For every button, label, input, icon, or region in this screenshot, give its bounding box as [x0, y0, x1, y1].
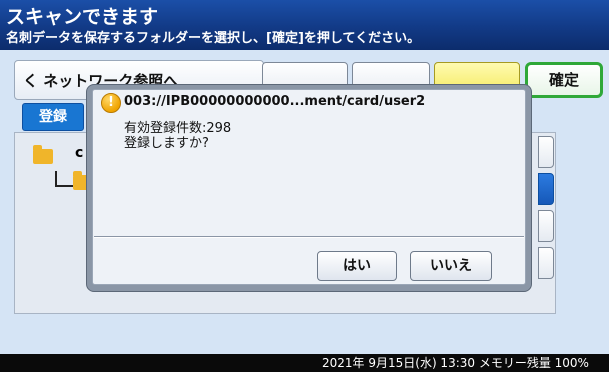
tree-connector — [55, 171, 73, 187]
folder-row-button-selected[interactable] — [538, 173, 554, 205]
yes-button[interactable]: はい — [317, 251, 397, 281]
no-button[interactable]: いいえ — [410, 251, 492, 281]
register-tab[interactable]: 登録 — [22, 103, 84, 131]
confirmation-dialog: ! 003://IPB00000000000...ment/card/user2… — [86, 84, 532, 292]
screen-title: スキャンできます — [6, 6, 159, 28]
folder-row-label[interactable]: c — [75, 145, 83, 161]
instruction-text: 名刺データを保存するフォルダーを選択し、[確定]を押してください。 — [6, 31, 421, 46]
status-bar: 2021年 9月15日(水) 13:30 メモリー残量 100% — [0, 354, 609, 372]
folder-row-button[interactable] — [538, 136, 554, 168]
folder-row-button[interactable] — [538, 247, 554, 279]
header-bar: スキャンできます 名刺データを保存するフォルダーを選択し、[確定]を押してくださ… — [0, 0, 609, 50]
status-text: 2021年 9月15日(水) 13:30 メモリー残量 100% — [322, 356, 589, 370]
dialog-body: ! 003://IPB00000000000...ment/card/user2… — [92, 89, 526, 285]
dialog-path-title: 003://IPB00000000000...ment/card/user2 — [124, 94, 426, 109]
register-question-text: 登録しますか? — [124, 136, 209, 151]
confirm-button[interactable]: 確定 — [525, 62, 603, 98]
folder-icon — [33, 145, 53, 164]
dialog-divider — [94, 236, 524, 238]
warning-icon: ! — [101, 93, 121, 113]
folder-row-button[interactable] — [538, 210, 554, 242]
